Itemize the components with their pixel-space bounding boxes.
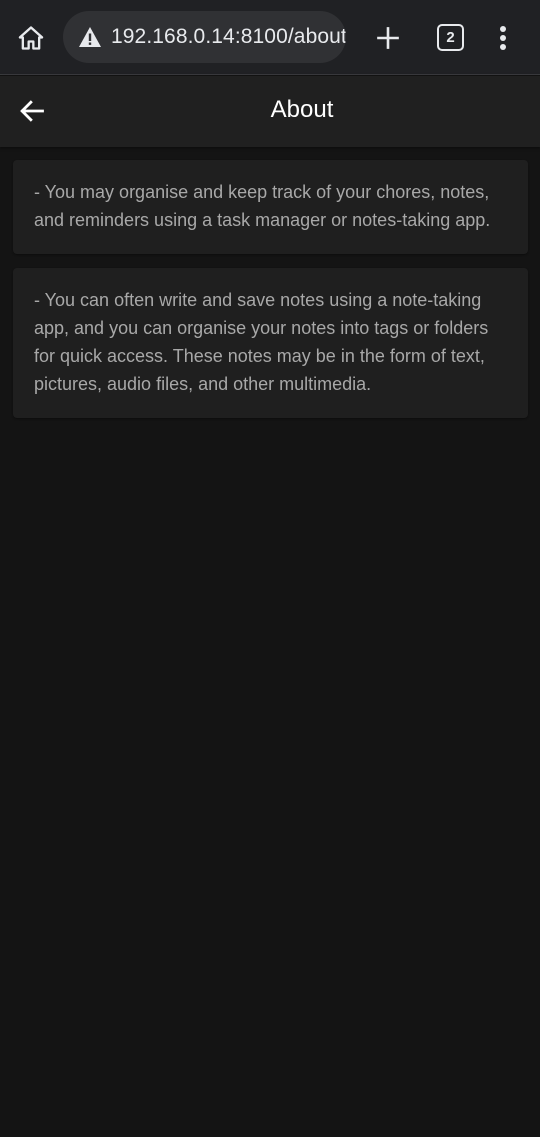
warning-icon [79, 27, 101, 47]
browser-toolbar: 192.168.0.14:8100/about 2 [0, 0, 540, 75]
browser-menu-button[interactable] [490, 22, 516, 54]
app-header: About [0, 76, 540, 147]
plus-icon [377, 27, 399, 49]
home-button[interactable] [14, 21, 48, 55]
info-card-text: - You may organise and keep track of you… [34, 182, 491, 230]
about-content: - You may organise and keep track of you… [13, 160, 528, 432]
info-card: - You may organise and keep track of you… [13, 160, 528, 254]
info-card: - You can often write and save notes usi… [13, 268, 528, 418]
page-title: About [270, 96, 334, 123]
info-card-text: - You can often write and save notes usi… [34, 290, 489, 394]
more-vert-icon [500, 26, 506, 50]
new-tab-button[interactable] [372, 22, 404, 54]
tab-switcher-button[interactable]: 2 [437, 24, 464, 51]
url-text: 192.168.0.14:8100/about [111, 25, 346, 48]
address-bar[interactable]: 192.168.0.14:8100/about [63, 11, 346, 63]
home-icon [18, 26, 44, 50]
